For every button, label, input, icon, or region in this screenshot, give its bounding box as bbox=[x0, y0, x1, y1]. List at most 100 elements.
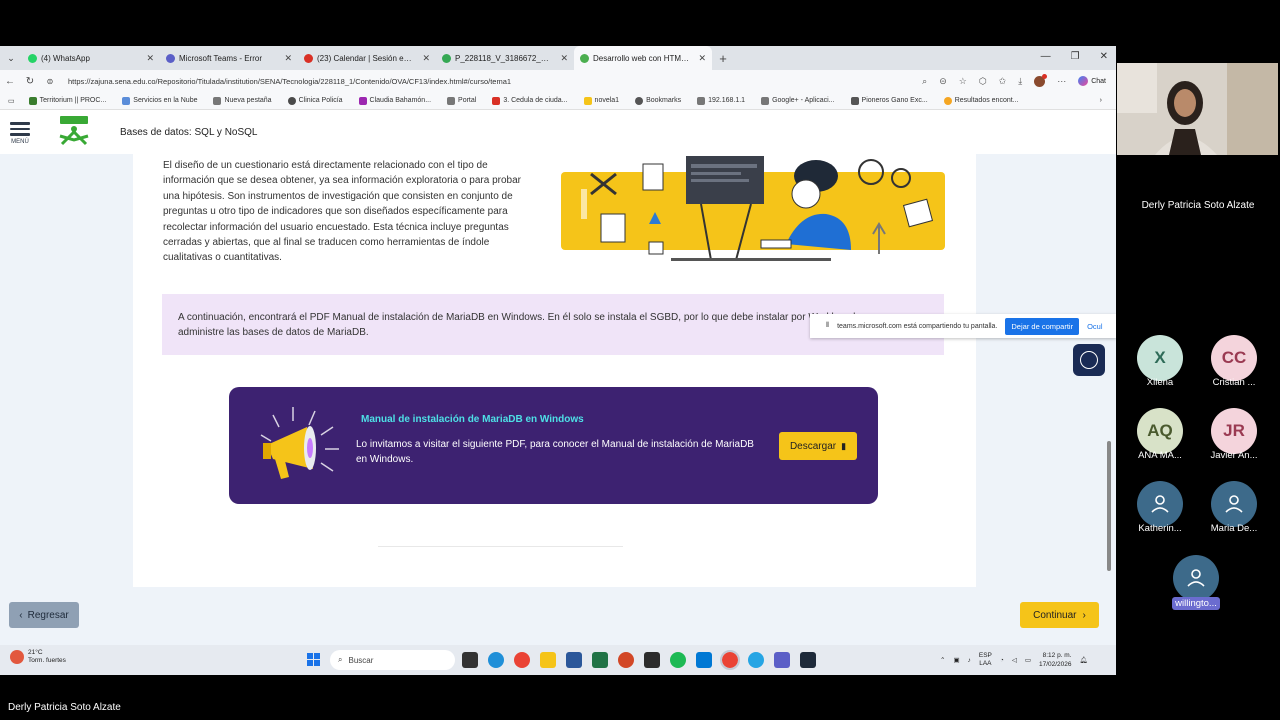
bookmark-item[interactable]: Bookmarks bbox=[627, 96, 689, 105]
close-window-icon[interactable]: ✕ bbox=[1100, 51, 1108, 62]
back-arrow-icon[interactable]: ← bbox=[0, 76, 20, 87]
notepad-icon[interactable] bbox=[696, 652, 712, 668]
bookmark-item[interactable]: Claudia Bahamón... bbox=[351, 96, 439, 105]
zoom-icon[interactable]: ⌕ bbox=[922, 76, 927, 87]
bookmark-item[interactable]: Pioneros Gano Exc... bbox=[843, 96, 936, 105]
close-icon[interactable]: ✕ bbox=[284, 53, 292, 64]
notification-icon[interactable]: 🔔︎ bbox=[1080, 656, 1088, 664]
download-icon[interactable]: ⤓ bbox=[1018, 76, 1022, 87]
spotify-icon[interactable] bbox=[670, 652, 686, 668]
mic-icon[interactable]: ♪ bbox=[968, 657, 971, 664]
edge-icon[interactable] bbox=[488, 652, 504, 668]
participant-tile[interactable]: CC Cristian ... bbox=[1204, 335, 1264, 392]
word-icon[interactable] bbox=[566, 652, 582, 668]
usb-icon[interactable]: ▣ bbox=[953, 656, 959, 664]
record-icon bbox=[304, 53, 313, 63]
bookmark-item[interactable]: Google+ - Aplicaci... bbox=[753, 96, 842, 105]
translate-icon[interactable]: ⊝ bbox=[939, 76, 947, 87]
bookmark-item[interactable]: Clinica Policía bbox=[280, 96, 351, 105]
more-bookmarks-icon[interactable]: › bbox=[1092, 97, 1116, 104]
maximize-icon[interactable]: ❐ bbox=[1071, 51, 1080, 62]
participant-tile[interactable]: AQ ANA MA... bbox=[1130, 408, 1190, 465]
chrome-active-icon[interactable] bbox=[720, 650, 740, 670]
download-card: Manual de instalación de MariaDB en Wind… bbox=[229, 387, 878, 504]
back-button[interactable]: ‹ Regresar bbox=[9, 602, 79, 628]
clock[interactable]: 8:12 p. m. 17/02/2026 bbox=[1039, 651, 1072, 669]
participant-tile[interactable]: Katherin... bbox=[1130, 481, 1190, 538]
wifi-icon[interactable]: ◔ bbox=[1000, 657, 1004, 664]
tab-teams-error[interactable]: Microsoft Teams - Error ✕ bbox=[160, 46, 298, 70]
task-view-icon[interactable] bbox=[462, 652, 478, 668]
extensions-icon[interactable]: ⬡ bbox=[979, 76, 987, 87]
excel-icon[interactable] bbox=[592, 652, 608, 668]
copilot-icon bbox=[1078, 76, 1089, 86]
url-field[interactable]: https://zajuna.sena.edu.co/Repositorio/T… bbox=[68, 77, 922, 86]
person-video-image bbox=[1117, 63, 1278, 155]
download-card-text: Lo invitamos a visitar el siguiente PDF,… bbox=[356, 439, 754, 465]
close-icon[interactable]: ✕ bbox=[422, 53, 430, 64]
bookmark-item[interactable]: Territorium || PROC... bbox=[21, 96, 115, 105]
tab-calendar[interactable]: (23) Calendar | Sesión en líne ✕ bbox=[298, 46, 436, 70]
weather-widget[interactable]: 21°C Torm. fuertes bbox=[10, 649, 66, 665]
person-icon bbox=[1211, 481, 1257, 527]
taskbar-search[interactable]: ⌕ Buscar bbox=[330, 650, 455, 670]
bookmark-item[interactable]: novela1 bbox=[576, 96, 628, 105]
minimize-icon[interactable]: — bbox=[1041, 51, 1051, 62]
powerpoint-icon[interactable] bbox=[618, 652, 634, 668]
favorites-icon[interactable]: ✩ bbox=[999, 76, 1007, 87]
sheet-icon bbox=[442, 53, 451, 63]
teams-icon bbox=[166, 53, 175, 63]
windows-start-icon[interactable] bbox=[307, 653, 320, 666]
stop-sharing-button[interactable]: Dejar de compartir bbox=[1005, 317, 1080, 335]
new-tab-icon[interactable]: + bbox=[712, 51, 734, 66]
participant-tile[interactable]: JR Javier An... bbox=[1204, 408, 1264, 465]
star-icon[interactable]: ☆ bbox=[959, 76, 967, 87]
profile-avatar[interactable] bbox=[1034, 73, 1048, 87]
more-icon[interactable]: ⋯ bbox=[1057, 76, 1066, 87]
tab-whatsapp[interactable]: (4) WhatsApp ✕ bbox=[22, 46, 160, 70]
hide-button[interactable]: Ocul bbox=[1087, 322, 1102, 331]
participant-tile[interactable]: Maria De... bbox=[1204, 481, 1264, 538]
bookmark-folder-icon[interactable]: ▭ bbox=[0, 97, 21, 105]
accessibility-button[interactable] bbox=[1073, 344, 1105, 376]
download-button[interactable]: Descargar ▮ bbox=[779, 432, 857, 460]
language-indicator[interactable]: ESP LAA bbox=[979, 652, 992, 668]
chevron-up-icon[interactable]: ⌃ bbox=[940, 656, 945, 664]
volume-icon[interactable]: ◁ bbox=[1012, 656, 1017, 664]
toolbar-actions: ⌕ ⊝ ☆ ⬡ ✩ ⤓ ⋯ Chat bbox=[922, 73, 1116, 87]
file-explorer-icon[interactable] bbox=[540, 652, 556, 668]
chat-button[interactable]: Chat bbox=[1078, 76, 1106, 86]
battery-icon[interactable]: ▭ bbox=[1025, 656, 1031, 664]
lesson-content: El diseño de un cuestionario está direct… bbox=[133, 154, 976, 606]
person-icon bbox=[1137, 481, 1183, 527]
reload-icon[interactable]: ↻ bbox=[20, 76, 40, 87]
participant-tile[interactable]: willingto... bbox=[1166, 555, 1226, 619]
tab-desarrollo-web[interactable]: Desarrollo web con HTML, CSS y J ✕ bbox=[574, 46, 712, 70]
page-icon bbox=[697, 96, 706, 105]
continue-button[interactable]: Continuar › bbox=[1020, 602, 1099, 628]
chrome-icon[interactable] bbox=[514, 652, 530, 668]
bookmark-item[interactable]: Nueva pestaña bbox=[205, 96, 279, 105]
bookmark-item[interactable]: Portal bbox=[439, 96, 484, 105]
tab-list-icon[interactable]: ⌄ bbox=[0, 53, 22, 64]
close-icon[interactable]: ✕ bbox=[698, 53, 706, 64]
presenter-video bbox=[1117, 63, 1278, 155]
terminal-icon[interactable] bbox=[644, 652, 660, 668]
telegram-icon[interactable] bbox=[748, 652, 764, 668]
bookmark-item[interactable]: 3. Cedula de ciuda... bbox=[484, 96, 575, 105]
site-info-icon[interactable]: ⊜ bbox=[40, 77, 60, 86]
bookmark-item[interactable]: 192.168.1.1 bbox=[689, 96, 753, 105]
close-icon[interactable]: ✕ bbox=[560, 53, 568, 64]
app-icon[interactable] bbox=[800, 652, 816, 668]
bookmark-item[interactable]: Resultados encont... bbox=[936, 96, 1027, 105]
bookmark-icon bbox=[943, 96, 952, 105]
close-icon[interactable]: ✕ bbox=[146, 53, 154, 64]
bookmark-icon bbox=[358, 96, 367, 105]
participant-tile[interactable]: X Xilena bbox=[1130, 335, 1190, 392]
menu-button[interactable]: MENÚ bbox=[0, 119, 40, 145]
scrollbar[interactable] bbox=[1107, 441, 1111, 571]
tab-pdf[interactable]: P_228118_V_3186672_R_66_C_913 ✕ bbox=[436, 46, 574, 70]
teams-icon[interactable] bbox=[774, 652, 790, 668]
bookmark-item[interactable]: Servicios en la Nube bbox=[114, 96, 205, 105]
bookmarks-bar: ▭ Territorium || PROC... Servicios en la… bbox=[0, 92, 1116, 110]
